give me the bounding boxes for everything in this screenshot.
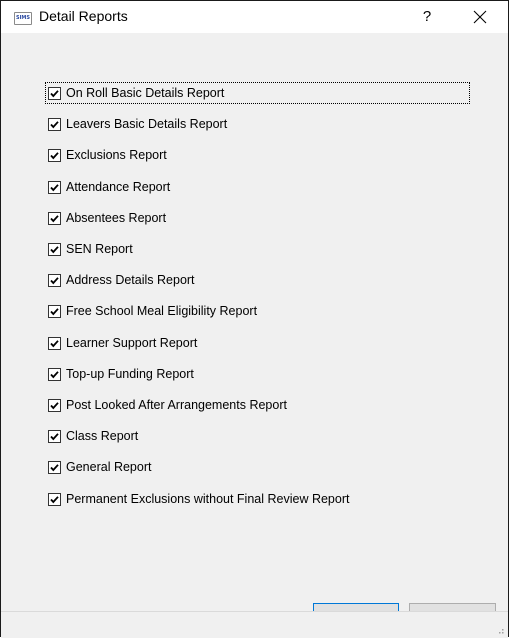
report-checkbox-row[interactable]: Exclusions Report [48, 145, 167, 165]
report-checkbox[interactable] [48, 273, 61, 287]
report-checkbox-row[interactable]: On Roll Basic Details Report [45, 82, 470, 104]
report-checkbox-row[interactable]: Attendance Report [48, 177, 170, 197]
report-checkbox-label: Attendance Report [66, 180, 171, 194]
checkmark-icon [50, 463, 59, 471]
checkmark-icon [50, 307, 59, 315]
report-checkbox-row[interactable]: Top-up Funding Report [48, 364, 194, 384]
checkmark-icon [50, 120, 59, 128]
close-icon [473, 10, 487, 24]
checkmark-icon [50, 401, 59, 409]
dialog-body: On Roll Basic Details Report Leavers Basi… [1, 33, 508, 636]
report-checkbox-row[interactable]: Permanent Exclusions without Final Revie… [48, 489, 349, 509]
report-checkbox-row[interactable]: Absentees Report [48, 208, 166, 228]
checkmark-icon [50, 89, 59, 97]
report-checkbox-row[interactable]: General Report [48, 457, 151, 477]
checkmark-icon [50, 276, 59, 284]
report-checkbox-label: Learner Support Report [66, 336, 198, 350]
report-checkbox-row[interactable]: Learner Support Report [48, 333, 197, 353]
report-checkbox-label: General Report [66, 460, 152, 474]
report-checkbox[interactable] [48, 242, 61, 256]
report-checkbox[interactable] [48, 148, 61, 162]
report-checkbox[interactable] [48, 304, 61, 318]
report-checkbox-label: Free School Meal Eligibility Report [66, 304, 258, 318]
checkmark-icon [50, 495, 59, 503]
report-checkbox[interactable] [48, 460, 61, 474]
report-checkbox-row[interactable]: SEN Report [48, 239, 133, 259]
help-icon: ? [422, 8, 432, 25]
report-checkbox-row[interactable]: Address Details Report [48, 270, 195, 290]
report-checkbox-row[interactable]: Free School Meal Eligibility Report [48, 301, 257, 321]
report-checkbox[interactable] [48, 86, 61, 100]
checkmark-icon [50, 245, 59, 253]
report-checkbox[interactable] [48, 211, 61, 225]
report-checkbox[interactable] [48, 180, 61, 194]
report-checkbox-label: Post Looked After Arrangements Report [66, 398, 287, 412]
checkmark-icon [50, 370, 59, 378]
report-checkbox-label: Top-up Funding Report [66, 367, 194, 381]
close-button[interactable] [467, 5, 493, 29]
checkmark-icon [50, 339, 59, 347]
detail-reports-dialog: SIMS Detail Reports ? On Roll Basic Deta… [0, 0, 509, 638]
report-checkbox[interactable] [48, 367, 61, 381]
report-checkbox[interactable] [48, 117, 61, 131]
report-checkbox[interactable] [48, 429, 61, 443]
checkmark-icon [50, 214, 59, 222]
report-checkbox-label: SEN Report [66, 242, 133, 256]
status-bar [1, 611, 508, 638]
report-checkbox-row[interactable]: Post Looked After Arrangements Report [48, 395, 287, 415]
report-checkbox-row[interactable]: Leavers Basic Details Report [48, 114, 227, 134]
report-checkbox-label: Class Report [66, 429, 139, 443]
report-checkbox-label: Exclusions Report [66, 148, 167, 162]
report-checkbox-label: Leavers Basic Details Report [66, 117, 228, 131]
checkmark-icon [50, 432, 59, 440]
report-checkbox[interactable] [48, 492, 61, 506]
help-button[interactable]: ? [415, 5, 439, 29]
title-bar[interactable]: SIMS Detail Reports ? [1, 1, 508, 33]
report-checkbox[interactable] [48, 398, 61, 412]
report-checkbox-label: Permanent Exclusions without Final Revie… [66, 492, 350, 506]
report-checkbox-row[interactable]: Class Report [48, 426, 138, 446]
report-checkbox[interactable] [48, 336, 61, 350]
resize-grip-icon[interactable] [498, 628, 504, 634]
report-checkbox-label: On Roll Basic Details Report [66, 86, 225, 100]
checkmark-icon [50, 151, 59, 159]
window-title: Detail Reports [39, 8, 128, 24]
sims-app-icon: SIMS [14, 12, 32, 25]
checkmark-icon [50, 183, 59, 191]
report-checkbox-label: Address Details Report [66, 273, 195, 287]
report-checkbox-label: Absentees Report [66, 211, 167, 225]
